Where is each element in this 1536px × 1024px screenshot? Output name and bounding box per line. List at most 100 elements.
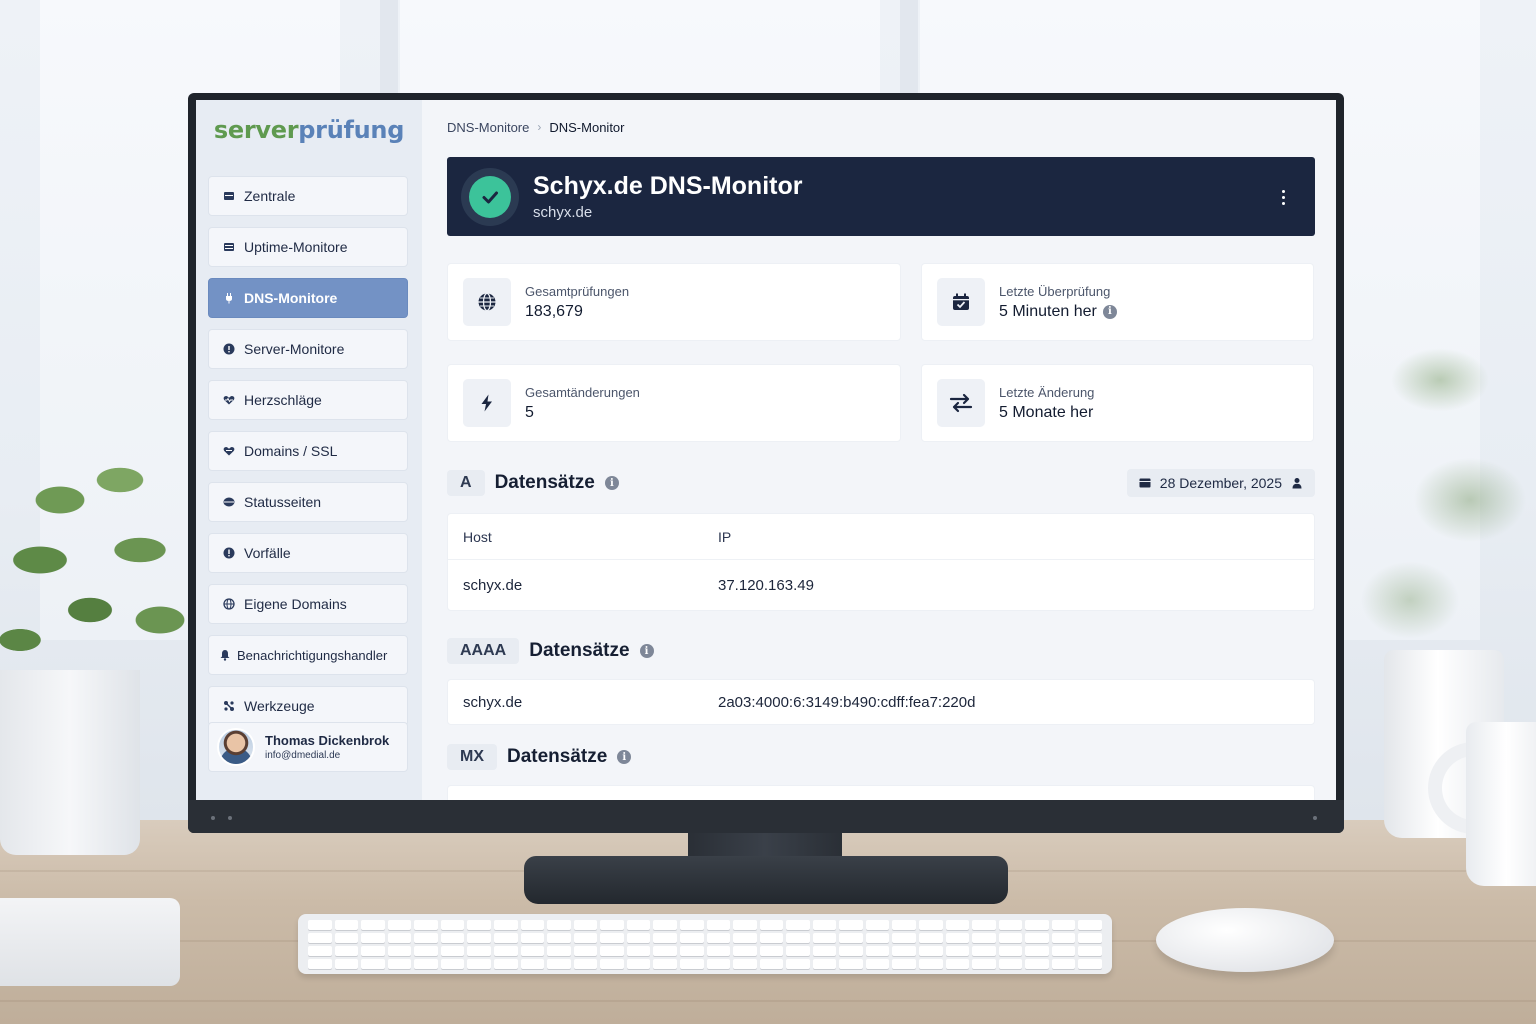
- keyboard-key: [759, 946, 784, 956]
- keyboard-key: [786, 920, 810, 930]
- keyboard-key: [467, 920, 491, 930]
- more-options-icon[interactable]: [1273, 185, 1293, 209]
- record-host: schyx.de: [463, 693, 523, 711]
- sidebar-item-dns-monitore[interactable]: DNS-Monitore: [208, 278, 408, 318]
- keyboard-key: [334, 946, 359, 956]
- bell-icon: [219, 649, 231, 661]
- info-icon[interactable]: i: [1102, 304, 1117, 319]
- server-icon: [223, 343, 235, 355]
- mug: [1466, 722, 1536, 886]
- keyboard-key: [1051, 959, 1076, 969]
- keyboard-key: [547, 933, 571, 943]
- keyboard-key: [839, 920, 863, 930]
- keyboard-key: [414, 933, 438, 943]
- stat-label: Gesamtänderungen: [525, 384, 640, 400]
- keyboard-key: [334, 959, 359, 969]
- a-records-header: A Datensätze i 28 Dezember, 2025: [447, 469, 1315, 497]
- lightning-icon: [463, 379, 511, 427]
- sidebar-item-benachrichtigungshandler[interactable]: Benachrichtigungshandler: [208, 635, 408, 675]
- keyboard-key: [361, 959, 385, 969]
- keyboard-key: [573, 946, 598, 956]
- keyboard-key: [892, 933, 917, 943]
- keyboard-key: [653, 946, 677, 956]
- keyboard-key: [653, 959, 677, 969]
- keyboard-key: [679, 946, 704, 956]
- info-icon[interactable]: i: [604, 476, 619, 490]
- user-email: info@dmedial.de: [265, 750, 341, 761]
- keyboard-key: [1025, 946, 1049, 956]
- keyboard-key: [812, 920, 837, 930]
- keyboard-key: [998, 933, 1023, 943]
- record-host: schyx.de: [463, 576, 523, 594]
- keyboard-key: [706, 946, 731, 956]
- stats-grid: Gesamtprüfungen 183,679 Letzte Überprüfu…: [447, 263, 1315, 442]
- table-header: Host IP: [448, 514, 1314, 560]
- keyboard-key: [865, 959, 890, 969]
- keyboard-key: [706, 920, 731, 930]
- sidebar-item-zentrale[interactable]: Zentrale: [208, 176, 408, 216]
- column-header-host: Host: [463, 528, 492, 545]
- sidebar-item-domains-ssl[interactable]: Domains / SSL: [208, 431, 408, 471]
- stat-label: Letzte Überprüfung: [999, 283, 1111, 299]
- status-ok-badge: [461, 167, 519, 226]
- stat-value: 5 Minuten her: [999, 302, 1097, 320]
- keyboard-key: [547, 959, 571, 969]
- keyboard-key: [387, 920, 412, 930]
- sidebar-item-herzschlaege[interactable]: Herzschläge: [208, 380, 408, 420]
- dashboard-icon: [223, 190, 235, 202]
- keyboard-key: [387, 933, 412, 943]
- sidebar-item-uptime-monitore[interactable]: Uptime-Monitore: [208, 227, 408, 267]
- date-value: 28 Dezember, 2025: [1159, 475, 1282, 491]
- plant-leaves: [0, 440, 200, 690]
- stat-last-check: Letzte Überprüfung 5 Minuten her i: [921, 263, 1314, 341]
- keyboard-key: [892, 959, 917, 969]
- keyboard-key: [706, 959, 731, 969]
- sidebar-item-vorfaelle[interactable]: Vorfälle: [208, 533, 408, 573]
- keyboard-key: [467, 946, 491, 956]
- record-type-badge: A: [447, 470, 485, 496]
- keyboard-key: [653, 920, 677, 930]
- aaaa-records-table: schyx.de 2a03:4000:6:3149:b490:cdff:fea7…: [447, 679, 1315, 725]
- user-profile[interactable]: Thomas Dickenbrok info@dmedial.de: [208, 722, 408, 772]
- keyboard-key: [1051, 946, 1076, 956]
- sidebar-item-label: Benachrichtigungshandler: [237, 647, 388, 663]
- keyboard-key: [1051, 933, 1076, 943]
- section-title: Datensätze: [507, 746, 608, 767]
- keyboard-key: [440, 920, 465, 930]
- info-icon[interactable]: i: [639, 644, 654, 658]
- monitor-chin: [188, 800, 1344, 833]
- keyboard-key: [520, 959, 545, 969]
- keyboard-key: [573, 959, 598, 969]
- info-icon[interactable]: i: [617, 750, 632, 764]
- mouse: [1156, 908, 1334, 972]
- keyboard-key: [679, 933, 704, 943]
- power-light: [1313, 816, 1317, 820]
- keyboard-key: [786, 959, 810, 969]
- monitor-base: [524, 856, 1008, 904]
- app-screen: serverprüfung Zentrale Uptime-Monitore D…: [196, 100, 1336, 800]
- indicator-dot: [228, 816, 232, 820]
- keyboard-key: [493, 920, 518, 930]
- tools-icon: [223, 700, 235, 712]
- date-filter[interactable]: 28 Dezember, 2025: [1126, 469, 1315, 497]
- brand-logo[interactable]: serverprüfung: [208, 112, 410, 176]
- mx-records-header: MX Datensätze i: [447, 743, 1315, 771]
- sidebar-item-werkzeuge[interactable]: Werkzeuge: [208, 686, 408, 726]
- record-type-badge: MX: [447, 744, 497, 770]
- keyboard-key: [945, 959, 970, 969]
- keyboard-key: [361, 933, 385, 943]
- keyboard-key: [467, 933, 491, 943]
- stat-value: 183,679: [525, 302, 583, 320]
- stat-value: 5: [525, 403, 534, 421]
- stat-value: 5 Monate her: [999, 403, 1094, 421]
- sidebar-item-server-monitore[interactable]: Server-Monitore: [208, 329, 408, 369]
- keyboard-key: [440, 946, 465, 956]
- sidebar-item-label: DNS-Monitore: [244, 290, 338, 306]
- breadcrumb-parent[interactable]: DNS-Monitore: [447, 120, 529, 135]
- record-value: 37.120.163.49: [718, 576, 814, 594]
- keyboard-key: [308, 933, 332, 943]
- sidebar-item-statusseiten[interactable]: Statusseiten: [208, 482, 408, 522]
- sidebar-item-eigene-domains[interactable]: Eigene Domains: [208, 584, 408, 624]
- keyboard-key: [600, 920, 624, 930]
- keyboard-key: [520, 933, 545, 943]
